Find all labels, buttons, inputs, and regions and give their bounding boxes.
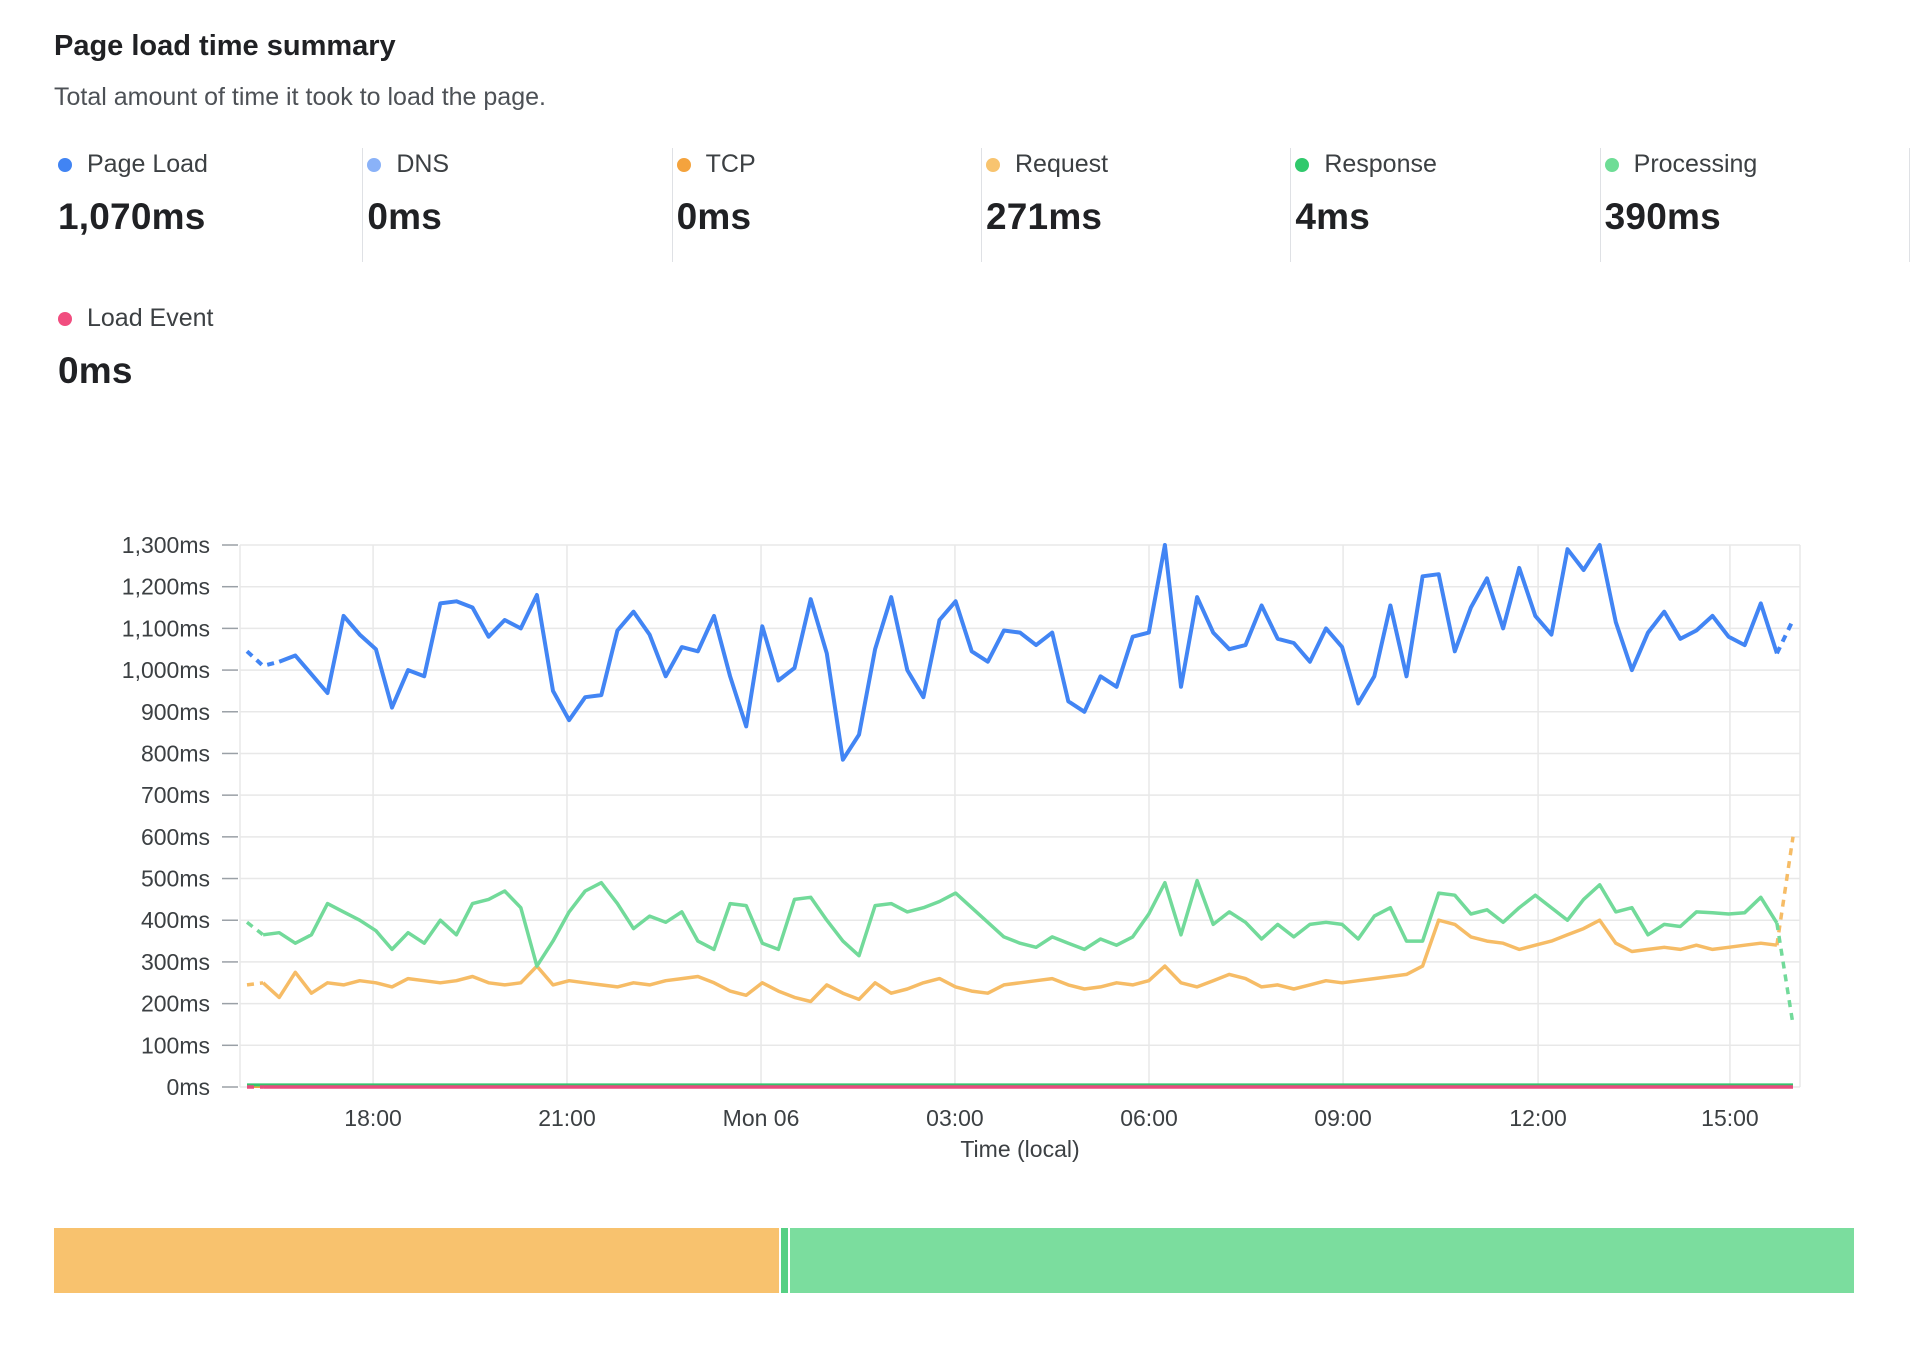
svg-text:200ms: 200ms (141, 991, 210, 1017)
metric-tcp: TCP 0ms (673, 148, 982, 262)
svg-text:400ms: 400ms (141, 907, 210, 933)
svg-text:300ms: 300ms (141, 949, 210, 975)
svg-text:1,200ms: 1,200ms (122, 574, 210, 600)
svg-text:12:00: 12:00 (1509, 1105, 1567, 1131)
response-label: Response (1324, 150, 1437, 179)
svg-text:100ms: 100ms (141, 1032, 210, 1058)
response-value: 4ms (1295, 196, 1599, 238)
x-grid-and-labels: 18:00 21:00 Mon 06 03:00 06:00 09:00 12:00 15:0… (240, 545, 1800, 1162)
svg-text:09:00: 09:00 (1314, 1105, 1372, 1131)
load-event-legend-dot (58, 312, 72, 326)
response-legend-dot (1295, 158, 1309, 172)
svg-text:21:00: 21:00 (538, 1105, 596, 1131)
timeseries-chart: 0ms 100ms 200ms 300ms 400ms 500ms 600ms 700ms 80… (0, 426, 1910, 1163)
dns-value: 0ms (367, 196, 671, 238)
request-value: 271ms (986, 196, 1290, 238)
svg-text:1,300ms: 1,300ms (122, 532, 210, 558)
page-load-legend-dot (58, 158, 72, 172)
metric-processing: Processing 390ms (1601, 148, 1910, 262)
metric-request: Request 271ms (982, 148, 1291, 262)
bar-segment-request (54, 1228, 779, 1293)
svg-text:Time (local): Time (local) (960, 1136, 1079, 1162)
bar-segment-transition (781, 1228, 788, 1293)
processing-legend-dot (1605, 158, 1619, 172)
svg-text:800ms: 800ms (141, 740, 210, 766)
request-label: Request (1015, 150, 1108, 179)
svg-text:0ms: 0ms (167, 1074, 210, 1100)
svg-text:1,000ms: 1,000ms (122, 657, 210, 683)
svg-text:1,100ms: 1,100ms (122, 615, 210, 641)
dns-legend-dot (367, 158, 381, 172)
svg-text:06:00: 06:00 (1120, 1105, 1178, 1131)
tcp-label: TCP (706, 150, 756, 179)
svg-text:600ms: 600ms (141, 824, 210, 850)
metric-load-event: Load Event 0ms (54, 302, 365, 416)
chart-wrap: 0ms 100ms 200ms 300ms 400ms 500ms 600ms 700ms 80… (0, 426, 1910, 1168)
page-load-value: 1,070ms (58, 196, 362, 238)
metric-response: Response 4ms (1291, 148, 1600, 262)
tcp-value: 0ms (677, 196, 981, 238)
svg-text:15:00: 15:00 (1701, 1105, 1759, 1131)
metrics-row-2: Load Event 0ms (54, 302, 1910, 416)
tcp-legend-dot (677, 158, 691, 172)
svg-text:700ms: 700ms (141, 782, 210, 808)
page-load-label: Page Load (87, 150, 208, 179)
svg-text:Mon 06: Mon 06 (723, 1105, 800, 1131)
load-event-value: 0ms (58, 350, 365, 392)
svg-text:18:00: 18:00 (344, 1105, 402, 1131)
svg-text:900ms: 900ms (141, 699, 210, 725)
metrics-row-1: Page Load 1,070ms DNS 0ms TCP 0ms Request 271ms… (54, 148, 1910, 262)
load-event-label: Load Event (87, 304, 214, 333)
metric-dns: DNS 0ms (363, 148, 672, 262)
page-title: Page load time summary (54, 30, 1910, 63)
series-request (247, 837, 1793, 1002)
metric-page-load: Page Load 1,070ms (54, 148, 363, 262)
dns-label: DNS (396, 150, 449, 179)
processing-label: Processing (1634, 150, 1758, 179)
processing-value: 390ms (1605, 196, 1909, 238)
svg-text:03:00: 03:00 (926, 1105, 984, 1131)
series-page-load (247, 545, 1793, 760)
time-range-bar (54, 1228, 1855, 1293)
page-subtitle: Total amount of time it took to load the… (54, 83, 1910, 112)
header: Page load time summary Total amount of t… (0, 0, 1910, 112)
bar-segment-processing (790, 1228, 1854, 1293)
request-legend-dot (986, 158, 1000, 172)
svg-text:500ms: 500ms (141, 866, 210, 892)
